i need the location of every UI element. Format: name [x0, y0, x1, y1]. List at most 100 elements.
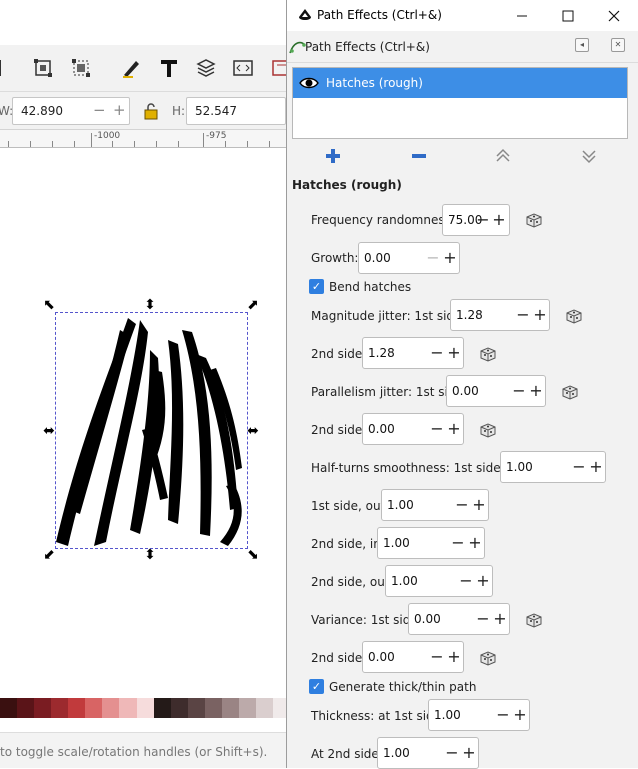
palette-swatch[interactable]: [34, 698, 52, 718]
decrement-button[interactable]: −: [429, 342, 445, 364]
increment-button[interactable]: +: [475, 570, 491, 592]
decrement-button[interactable]: −: [425, 247, 441, 269]
scale-handle-e[interactable]: ⬌: [246, 424, 260, 438]
scale-handle-n[interactable]: ⬍: [143, 298, 157, 312]
thickness-2nd-spinbox[interactable]: 1.00 − +: [377, 737, 479, 769]
decrement-button[interactable]: −: [515, 304, 531, 326]
generate-thick-thin-checkbox[interactable]: ✓: [309, 679, 324, 694]
increment-button[interactable]: +: [492, 608, 508, 630]
decrement-button[interactable]: −: [454, 494, 470, 516]
width-field[interactable]: 42.890 − +: [12, 97, 130, 125]
increment-button[interactable]: +: [471, 494, 487, 516]
scale-handle-nw[interactable]: ⬉: [42, 298, 56, 312]
magnitude-jitter-2nd-spinbox[interactable]: 1.28 − +: [362, 337, 464, 369]
select-same-icon[interactable]: [32, 57, 54, 79]
palette-swatch[interactable]: [255, 698, 273, 718]
variance-1st-spinbox[interactable]: 0.00 − +: [408, 603, 510, 635]
increment-button[interactable]: +: [461, 742, 477, 764]
color-palette[interactable]: [0, 698, 291, 718]
scale-handle-sw[interactable]: ⬋: [42, 548, 56, 562]
dock-iconify-button[interactable]: ◂: [575, 38, 589, 52]
palette-swatch[interactable]: [136, 698, 154, 718]
width-decrement[interactable]: −: [93, 101, 106, 119]
magnitude-jitter-1st-spinbox[interactable]: 1.28 − +: [450, 299, 550, 331]
tool-icon[interactable]: [0, 57, 14, 79]
pen-tool-icon[interactable]: [120, 57, 142, 79]
decrement-button[interactable]: −: [450, 532, 466, 554]
parallelism-jitter-2nd-spinbox[interactable]: 0.00 − +: [362, 413, 464, 445]
xml-editor-icon[interactable]: [232, 57, 254, 79]
randomize-dice-icon[interactable]: [525, 611, 543, 629]
palette-swatch[interactable]: [153, 698, 171, 718]
half-turns-2nd-in-spinbox[interactable]: 1.00 − +: [377, 527, 485, 559]
half-turns-1st-out-spinbox[interactable]: 1.00 − +: [381, 489, 489, 521]
select-group-icon[interactable]: [70, 57, 92, 79]
width-increment[interactable]: +: [113, 101, 126, 119]
increment-button[interactable]: +: [446, 646, 462, 668]
palette-swatch[interactable]: [51, 698, 69, 718]
palette-swatch[interactable]: [170, 698, 188, 718]
scale-handle-w[interactable]: ⬌: [42, 424, 56, 438]
half-turns-1st-in-spinbox[interactable]: 1.00 − +: [500, 451, 606, 483]
decrement-button[interactable]: −: [475, 209, 491, 231]
half-turns-2nd-out-spinbox[interactable]: 1.00 − +: [385, 565, 493, 597]
randomize-dice-icon[interactable]: [479, 345, 497, 363]
increment-button[interactable]: +: [528, 380, 544, 402]
effect-list-item[interactable]: Hatches (rough): [293, 68, 627, 98]
palette-swatch[interactable]: [17, 698, 35, 718]
growth-spinbox[interactable]: 0.00 − +: [358, 242, 460, 274]
text-tool-icon[interactable]: [158, 57, 180, 79]
palette-swatch[interactable]: [0, 698, 18, 718]
increment-button[interactable]: +: [491, 209, 507, 231]
effect-list[interactable]: Hatches (rough): [292, 67, 628, 139]
decrement-button[interactable]: −: [429, 418, 445, 440]
scale-handle-s[interactable]: ⬍: [143, 548, 157, 562]
increment-button[interactable]: +: [532, 304, 548, 326]
palette-swatch[interactable]: [102, 698, 120, 718]
raise-effect-button[interactable]: [493, 146, 513, 166]
decrement-button[interactable]: −: [511, 380, 527, 402]
increment-button[interactable]: +: [588, 456, 604, 478]
randomize-dice-icon[interactable]: [479, 649, 497, 667]
decrement-button[interactable]: −: [475, 608, 491, 630]
add-effect-button[interactable]: [323, 146, 343, 166]
decrement-button[interactable]: −: [571, 456, 587, 478]
minimize-button[interactable]: [499, 0, 545, 31]
palette-swatch[interactable]: [204, 698, 222, 718]
hatched-drawing[interactable]: [50, 310, 250, 555]
decrement-button[interactable]: −: [458, 570, 474, 592]
palette-swatch[interactable]: [85, 698, 103, 718]
parallelism-jitter-1st-spinbox[interactable]: 0.00 − +: [446, 375, 546, 407]
eye-icon[interactable]: [299, 76, 319, 90]
increment-button[interactable]: +: [512, 704, 528, 726]
palette-swatch[interactable]: [187, 698, 205, 718]
layers-icon[interactable]: [195, 57, 217, 79]
palette-swatch[interactable]: [119, 698, 137, 718]
decrement-button[interactable]: −: [429, 646, 445, 668]
increment-button[interactable]: +: [442, 247, 458, 269]
frequency-randomness-spinbox[interactable]: 75.00 − +: [442, 204, 510, 236]
variance-2nd-spinbox[interactable]: 0.00 − +: [362, 641, 464, 673]
increment-button[interactable]: +: [467, 532, 483, 554]
scale-handle-se[interactable]: ⬊: [246, 548, 260, 562]
increment-button[interactable]: +: [446, 418, 462, 440]
palette-swatch[interactable]: [238, 698, 256, 718]
randomize-dice-icon[interactable]: [565, 307, 583, 325]
close-button[interactable]: [591, 0, 637, 31]
lock-icon[interactable]: [140, 100, 162, 122]
increment-button[interactable]: +: [446, 342, 462, 364]
decrement-button[interactable]: −: [444, 742, 460, 764]
bend-hatches-checkbox[interactable]: ✓: [309, 279, 324, 294]
palette-swatch[interactable]: [221, 698, 239, 718]
thickness-1st-spinbox[interactable]: 1.00 − +: [428, 699, 530, 731]
maximize-button[interactable]: [545, 0, 591, 31]
remove-effect-button[interactable]: [409, 146, 429, 166]
decrement-button[interactable]: −: [495, 704, 511, 726]
lower-effect-button[interactable]: [579, 146, 599, 166]
randomize-dice-icon[interactable]: [479, 421, 497, 439]
randomize-dice-icon[interactable]: [525, 211, 543, 229]
height-field[interactable]: 52.547: [186, 97, 286, 125]
randomize-dice-icon[interactable]: [561, 383, 579, 401]
dock-close-button[interactable]: ✕: [611, 38, 625, 52]
scale-handle-ne[interactable]: ⬈: [246, 298, 260, 312]
